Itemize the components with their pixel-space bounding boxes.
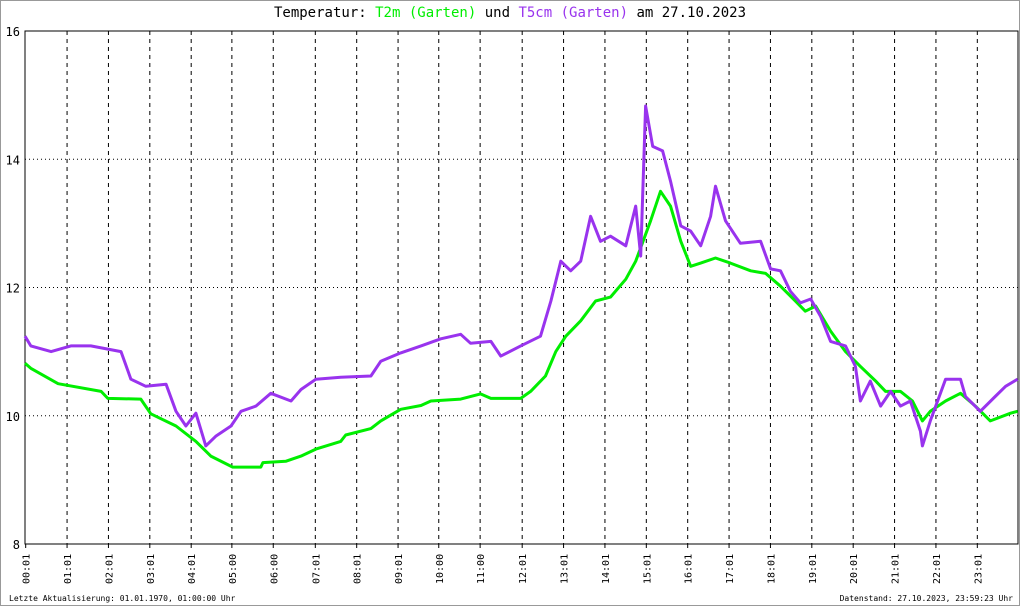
chart-container: Temperatur: T2m (Garten) und T5cm (Garte… [0, 0, 1020, 606]
y-tick-label: 14 [6, 153, 20, 167]
x-tick-label: 14:01 [601, 554, 612, 584]
x-tick-label: 10:00 [435, 554, 446, 584]
x-tick-label: 11:00 [476, 554, 487, 584]
y-tick-label: 12 [6, 282, 20, 296]
x-tick-label: 16:01 [684, 554, 695, 584]
series-line-t5cm [23, 104, 1019, 448]
series-line-t2m [24, 189, 1018, 469]
x-tick-label: 03:01 [146, 554, 157, 584]
x-tick-label: 04:01 [187, 554, 198, 584]
y-tick-label: 8 [13, 538, 20, 552]
x-tick-label: 02:01 [104, 554, 115, 584]
last-update-text: Letzte Aktualisierung: 01.01.1970, 01:00… [9, 594, 236, 603]
x-tick-label: 20:01 [849, 554, 860, 584]
y-tick-label: 10 [6, 410, 20, 424]
x-tick-label: 15:01 [642, 554, 653, 584]
x-tick-label: 05:00 [228, 554, 239, 584]
x-tick-label: 18:01 [766, 554, 777, 584]
x-tick-label: 01:01 [63, 554, 74, 584]
x-tick-label: 21:01 [891, 554, 902, 584]
plot-area: 8 10 12 14 16 00:01 01:01 02:01 03:01 04:01 05:00 0… [6, 25, 1019, 584]
y-tick-label: 16 [6, 25, 20, 39]
x-tick-label: 17:01 [725, 554, 736, 584]
x-tick-label: 00:01 [22, 554, 33, 584]
x-tick-label: 13:01 [560, 554, 571, 584]
x-tick-label: 06:00 [269, 554, 280, 584]
x-tick-label: 12:01 [518, 554, 529, 584]
x-tick-label: 07:01 [311, 554, 322, 584]
x-tick-label: 23:01 [973, 554, 984, 584]
x-tick-label: 08:01 [353, 554, 364, 584]
x-tick-label: 19:01 [808, 554, 819, 584]
data-status-text: Datenstand: 27.10.2023, 23:59:23 Uhr [839, 594, 1013, 603]
x-tick-label: 09:01 [394, 554, 405, 584]
x-tick-label: 22:01 [932, 554, 943, 584]
